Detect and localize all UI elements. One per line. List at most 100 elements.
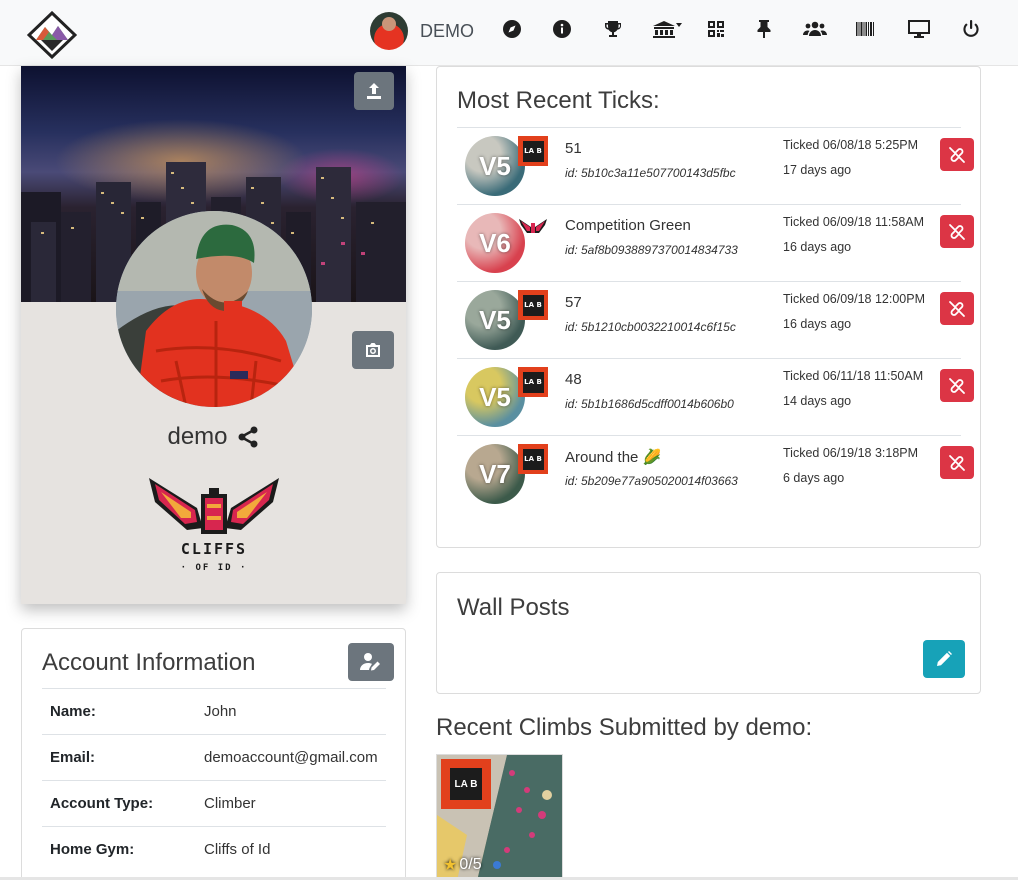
unlink-icon <box>949 223 965 240</box>
tick-climb-name[interactable]: 57 <box>565 294 582 311</box>
nav-user-menu[interactable]: DEMO <box>370 12 474 50</box>
info-icon[interactable] <box>549 16 575 42</box>
tick-climb-id: id: 5b1b1686d5cdff0014b606b0 <box>565 397 734 411</box>
tick-grade: V5 <box>479 381 511 412</box>
gym-badge: LA B <box>518 367 548 397</box>
tick-row[interactable]: V5 LA B 57 id: 5b1210cb0032210014c6f15c Tick… <box>457 281 974 358</box>
tick-row[interactable]: V7 LA B Around the 🌽 id: 5b209e77a905020014… <box>457 435 974 512</box>
climb-gym-badge-text: LA B <box>450 768 482 800</box>
account-info-card: Account Information Name: John Email: demoa… <box>21 628 406 880</box>
tick-climb-id: id: 5b10c3a11e507700143d5fbc <box>565 166 736 180</box>
climb-rating-value: 0/5 <box>459 856 482 873</box>
tick-relative-time: 17 days ago <box>783 163 852 177</box>
gym-badge-text: LA B <box>522 448 544 470</box>
climb-card[interactable]: LA B ★ 0/5 <box>436 754 563 880</box>
gym-badge-text: LA B <box>522 140 544 162</box>
account-info-value: John <box>196 688 386 735</box>
wings-icon <box>149 478 279 534</box>
account-info-label: Name: <box>42 688 196 735</box>
gym-badge: LA B <box>518 290 548 320</box>
tick-climb-name[interactable]: Around the 🌽 <box>565 448 661 466</box>
untick-button[interactable] <box>940 138 974 171</box>
trophy-icon[interactable] <box>600 16 626 42</box>
barcode-icon[interactable] <box>852 16 878 42</box>
tick-climb-name[interactable]: 48 <box>565 371 582 388</box>
account-info-value: Climber <box>196 780 386 827</box>
pin-icon[interactable] <box>751 16 777 42</box>
change-avatar-button[interactable] <box>352 331 394 369</box>
gym-logo-text-main: CLIFFS <box>181 540 247 558</box>
tick-date: Ticked 06/09/18 12:00PM <box>783 292 925 306</box>
gym-logo-text-sub: · OF ID · <box>181 563 248 573</box>
untick-button[interactable] <box>940 446 974 479</box>
users-icon[interactable] <box>800 16 830 42</box>
tick-date: Ticked 06/09/18 11:58AM <box>783 215 925 229</box>
tick-relative-time: 6 days ago <box>783 471 845 485</box>
nav-avatar <box>370 12 408 50</box>
qr-code-icon[interactable] <box>703 16 729 42</box>
upload-icon <box>367 83 381 99</box>
tick-date: Ticked 06/08/18 5:25PM <box>783 138 919 152</box>
tick-climb-name[interactable]: Competition Green <box>565 217 691 234</box>
power-icon[interactable] <box>958 16 984 42</box>
untick-button[interactable] <box>940 369 974 402</box>
pencil-icon <box>937 651 952 666</box>
tick-grade: V5 <box>479 304 511 335</box>
profile-username: demo <box>167 423 228 450</box>
camera-icon <box>366 343 380 357</box>
top-navbar: DEMO <box>0 0 1018 66</box>
tick-grade: V6 <box>479 227 511 258</box>
profile-username-row: demo <box>21 423 406 451</box>
nav-username: DEMO <box>420 20 474 41</box>
account-info-table: Name: John Email: demoaccount@gmail.com Acco… <box>42 688 386 872</box>
compass-icon[interactable] <box>499 16 525 42</box>
tick-climb-name[interactable]: 51 <box>565 140 582 157</box>
unlink-icon <box>949 377 965 394</box>
account-info-value: demoaccount@gmail.com <box>196 734 386 781</box>
gym-badge: LA B <box>518 136 548 166</box>
unlink-icon <box>949 300 965 317</box>
account-info-row: Home Gym: Cliffs of Id <box>42 826 386 872</box>
untick-button[interactable] <box>940 292 974 325</box>
untick-button[interactable] <box>940 215 974 248</box>
edit-account-button[interactable] <box>348 643 394 681</box>
upload-cover-button[interactable] <box>354 72 394 110</box>
tick-climb-id: id: 5b1210cb0032210014c6f15c <box>565 320 736 334</box>
star-icon: ★ <box>443 857 458 874</box>
tick-row[interactable]: V6 Competition Green id: 5af8b093889737001… <box>457 204 974 281</box>
account-info-row: Name: John <box>42 688 386 735</box>
account-info-label: Home Gym: <box>42 826 196 872</box>
tick-climb-id: id: 5af8b0938897370014834733 <box>565 243 738 257</box>
tick-thumbnail: V5 <box>465 290 525 350</box>
monitor-icon[interactable] <box>904 16 934 42</box>
tick-relative-time: 16 days ago <box>783 240 852 254</box>
cliffs-gym-badge <box>518 213 548 243</box>
gym-badge: LA B <box>518 444 548 474</box>
gym-dropdown-icon[interactable] <box>648 16 686 42</box>
tick-thumbnail: V5 <box>465 136 525 196</box>
share-icon[interactable] <box>236 425 260 449</box>
gym-logo: CLIFFS · OF ID · <box>147 472 281 574</box>
unlink-icon <box>949 454 965 471</box>
unlink-icon <box>949 146 965 163</box>
tick-row[interactable]: V5 LA B 51 id: 5b10c3a11e507700143d5fbc Tick… <box>457 127 974 204</box>
tick-thumbnail: V6 <box>465 213 525 273</box>
wall-posts-title: Wall Posts <box>457 594 570 621</box>
tick-climb-id: id: 5b209e77a905020014f03663 <box>565 474 738 488</box>
tick-row[interactable]: V5 LA B 48 id: 5b1b1686d5cdff0014b606b0 Tick… <box>457 358 974 435</box>
tick-relative-time: 14 days ago <box>783 394 852 408</box>
tick-grade: V5 <box>479 150 511 181</box>
user-edit-icon <box>360 653 380 671</box>
profile-avatar <box>116 211 312 407</box>
recent-ticks-title: Most Recent Ticks: <box>457 87 660 114</box>
account-info-row: Email: demoaccount@gmail.com <box>42 734 386 781</box>
recent-climbs-title: Recent Climbs Submitted by demo: <box>436 714 813 741</box>
wall-posts-card: Wall Posts <box>436 572 981 694</box>
account-info-label: Account Type: <box>42 780 196 827</box>
app-logo[interactable] <box>26 10 78 60</box>
new-wall-post-button[interactable] <box>923 640 965 678</box>
profile-card: demo CLIFFS · OF ID · <box>21 66 406 604</box>
recent-ticks-card: Most Recent Ticks: V5 LA B 51 id: 5b10c3a11… <box>436 66 981 548</box>
tick-relative-time: 16 days ago <box>783 317 852 331</box>
gym-badge-text: LA B <box>522 371 544 393</box>
